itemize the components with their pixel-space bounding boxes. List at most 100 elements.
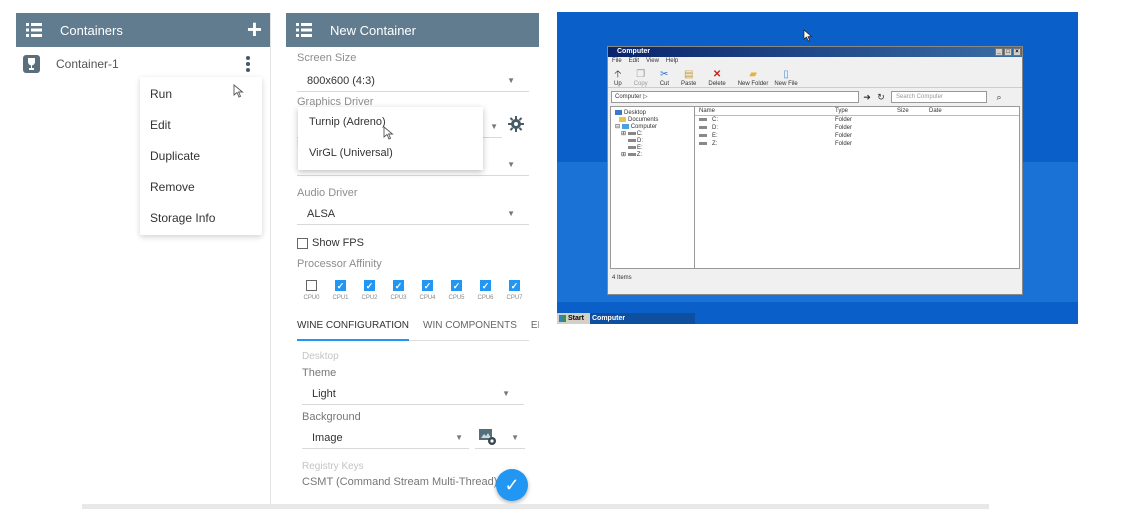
maximize-icon[interactable]: □ <box>1004 48 1012 56</box>
mouse-cursor-icon <box>803 29 813 42</box>
copy-label: Copy <box>633 81 648 87</box>
confirm-fab-button[interactable]: ✓ <box>496 469 528 501</box>
file-name: Z: <box>712 141 718 147</box>
search-icon[interactable]: ⌕ <box>993 92 1005 103</box>
delete-button[interactable]: ✕ Delete <box>708 70 726 88</box>
menu-item-edit[interactable]: Edit <box>140 110 262 141</box>
delete-label: Delete <box>708 81 726 87</box>
menu-icon[interactable] <box>26 23 42 37</box>
menu-item-storage-info[interactable]: Storage Info <box>140 203 262 234</box>
background-select[interactable]: Image ▼ <box>302 427 469 449</box>
drive-icon <box>627 153 636 157</box>
chevron-down-icon: ▼ <box>507 160 515 169</box>
file-row[interactable]: C: Folder <box>695 116 1019 124</box>
status-bar: 4 Items <box>608 274 1022 283</box>
tree-item-desktop[interactable]: Desktop <box>615 110 690 117</box>
cpu-label: CPU4 <box>419 295 436 301</box>
taskbar-item-label: Computer <box>592 315 626 322</box>
copy-button[interactable]: ❐ Copy <box>633 70 648 88</box>
tree-item-drive-e[interactable]: E: <box>615 145 690 152</box>
file-row[interactable]: Z: Folder <box>695 140 1019 148</box>
more-options-icon[interactable] <box>246 56 250 74</box>
file-type: Folder <box>835 133 853 139</box>
tree-label: Z: <box>636 152 643 159</box>
taskbar-item-computer[interactable]: Computer <box>590 313 695 324</box>
audio-driver-label: Audio Driver <box>297 187 358 199</box>
checkbox-checked-icon: ✓ <box>335 280 346 291</box>
tab-wine-configuration[interactable]: WINE CONFIGURATION <box>297 311 410 341</box>
add-container-icon[interactable]: + <box>247 16 262 42</box>
minimize-icon[interactable]: _ <box>995 48 1003 56</box>
tree-item-documents[interactable]: Documents <box>615 117 690 124</box>
cpu-label: CPU0 <box>303 295 320 301</box>
window-controls: _ □ × <box>994 48 1021 56</box>
file-row[interactable]: D: Folder <box>695 124 1019 132</box>
drive-icon <box>699 125 707 129</box>
close-icon[interactable]: × <box>1013 48 1021 56</box>
column-type[interactable]: Type <box>831 107 893 115</box>
csmt-label: CSMT (Command Stream Multi-Thread) <box>302 476 498 488</box>
menu-edit[interactable]: Edit <box>629 57 639 66</box>
tab-environment[interactable]: EN <box>531 320 539 331</box>
tab-win-components[interactable]: WIN COMPONENTS <box>423 320 517 331</box>
drive-icon <box>627 132 636 136</box>
file-type: Folder <box>835 117 853 123</box>
folder-icon <box>619 117 626 123</box>
file-row[interactable]: E: Folder <box>695 132 1019 140</box>
cpu-checkbox[interactable]: ✓ CPU2 <box>355 280 384 301</box>
windows-logo-icon <box>559 315 566 322</box>
horizontal-scrollbar[interactable] <box>82 504 989 509</box>
gear-icon[interactable] <box>508 116 524 132</box>
up-button[interactable]: 🡡 Up <box>614 70 622 88</box>
address-bar[interactable]: Computer ▷ <box>611 91 859 103</box>
tree-label: Desktop <box>624 110 647 117</box>
chevron-down-icon: ▼ <box>490 122 498 131</box>
folder-tree: Desktop Documents ⊟ Computer ⊞ C: D: E: … <box>610 106 695 269</box>
menu-view[interactable]: View <box>646 57 659 66</box>
menu-icon[interactable] <box>296 23 312 37</box>
explorer-address-row: Computer ▷ ➜ ↻ Search Computer ⌕ <box>608 88 1022 106</box>
container-list-item[interactable]: Container-1 <box>16 47 270 81</box>
menu-help[interactable]: Help <box>666 57 678 66</box>
cpu-checkbox[interactable]: CPU0 <box>297 280 326 301</box>
start-button[interactable]: Start <box>557 313 590 324</box>
column-size[interactable]: Size <box>893 107 925 115</box>
option-virgl[interactable]: VirGL (Universal) <box>298 138 483 169</box>
audio-driver-select[interactable]: ALSA ▼ <box>297 203 529 225</box>
menu-item-duplicate[interactable]: Duplicate <box>140 141 262 172</box>
drive-icon <box>628 139 636 143</box>
cpu-checkbox[interactable]: ✓ CPU1 <box>326 280 355 301</box>
paste-label: Paste <box>681 81 697 87</box>
cpu-label: CPU6 <box>477 295 494 301</box>
computer-icon <box>621 124 629 130</box>
cpu-checkbox[interactable]: ✓ CPU4 <box>413 280 442 301</box>
cpu-checkbox[interactable]: ✓ CPU7 <box>500 280 529 301</box>
tree-item-drive-d[interactable]: D: <box>615 138 690 145</box>
drive-icon <box>628 146 636 150</box>
cpu-checkbox[interactable]: ✓ CPU5 <box>442 280 471 301</box>
screen-size-select[interactable]: 800x600 (4:3) ▼ <box>297 70 529 92</box>
tree-item-drive-z[interactable]: ⊞ Z: <box>615 152 690 159</box>
cpu-checkbox[interactable]: ✓ CPU6 <box>471 280 500 301</box>
container-context-menu: Run Edit Duplicate Remove Storage Info <box>140 77 262 235</box>
tree-item-drive-c[interactable]: ⊞ C: <box>615 131 690 138</box>
paste-button[interactable]: ▤ Paste <box>681 70 697 88</box>
explorer-body: Desktop Documents ⊟ Computer ⊞ C: D: E: … <box>610 106 1020 269</box>
menu-file[interactable]: File <box>612 57 622 66</box>
column-date[interactable]: Date <box>925 107 985 115</box>
cpu-checkbox[interactable]: ✓ CPU3 <box>384 280 413 301</box>
column-name[interactable]: Name <box>695 107 831 115</box>
show-fps-checkbox[interactable]: Show FPS <box>297 237 529 249</box>
tree-item-computer[interactable]: ⊟ Computer <box>615 124 690 131</box>
theme-select[interactable]: Light ▼ <box>302 383 524 405</box>
image-camera-icon <box>479 429 496 445</box>
cut-button[interactable]: ✂ Cut <box>660 70 669 88</box>
new-folder-button[interactable]: ▰ New Folder <box>738 70 769 88</box>
search-input[interactable]: Search Computer <box>891 91 987 103</box>
drive-icon <box>699 117 707 121</box>
menu-item-remove[interactable]: Remove <box>140 172 262 203</box>
refresh-icon[interactable]: ↻ <box>875 92 887 103</box>
background-image-picker[interactable]: ▼ <box>475 427 525 449</box>
new-file-button[interactable]: ▯ New File <box>774 70 797 88</box>
go-arrow-icon[interactable]: ➜ <box>861 92 873 103</box>
